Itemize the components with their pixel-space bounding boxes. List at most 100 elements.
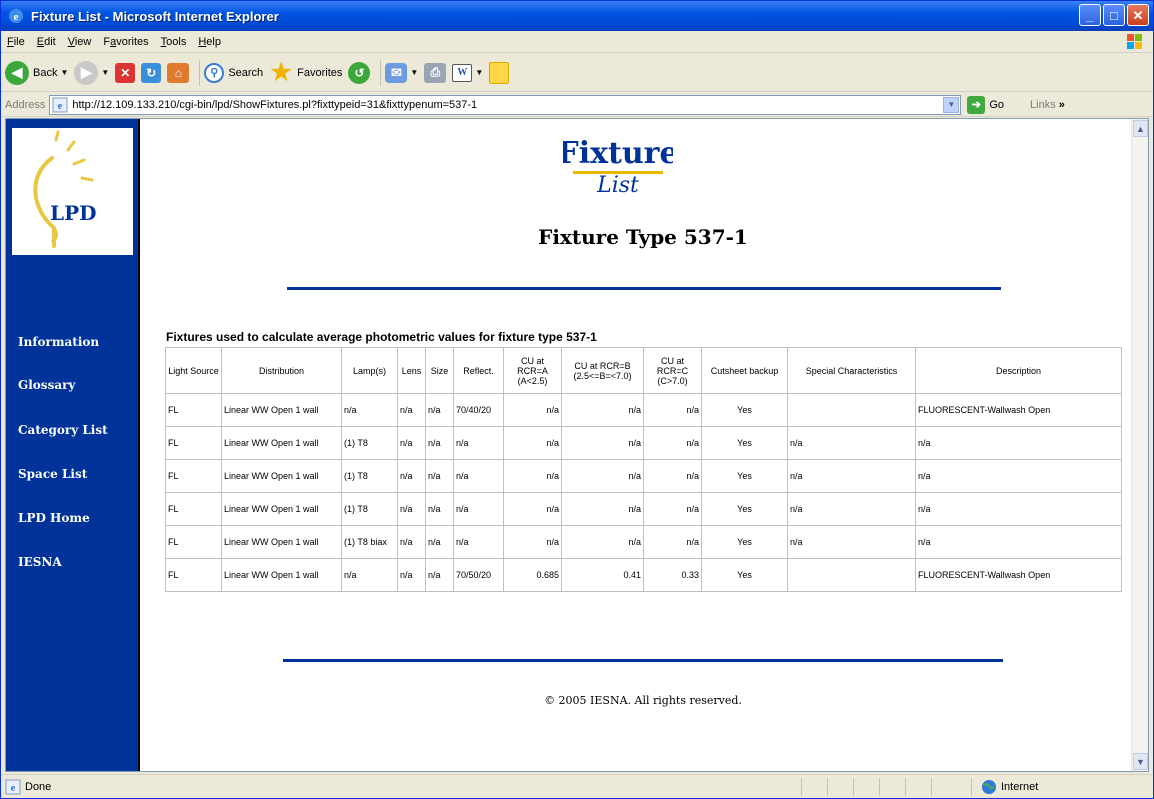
table-cell: FLUORESCENT-Wallwash Open [915,393,1122,427]
nav-lpd-home[interactable]: LPD Home [18,511,90,525]
table-cell: n/a [503,393,562,427]
address-url: http://12.109.133.210/cgi-bin/lpd/ShowFi… [72,98,478,111]
mail-button[interactable]: ✉ ▼ [385,62,419,83]
table-cell: Yes [701,558,788,592]
lightbulb-logo-icon: LPD [33,130,96,248]
table-row: FL Linear WW Open 1 wall n/a n/a n/a 70/40/20… [165,393,1122,427]
forward-arrow-icon: ▶ [74,60,99,85]
table-cell: n/a [561,426,644,460]
table-cell: n/a [643,393,702,427]
table-cell: FL [165,525,222,559]
menu-favorites[interactable]: Favorites [97,36,154,48]
favorites-star-icon: ★ [270,59,292,86]
address-input[interactable]: e http://12.109.133.210/cgi-bin/lpd/Show… [49,94,962,115]
page-viewport: LPD Information Glossary Category List S… [5,118,1149,772]
table-cell: FL [165,393,222,427]
table-cell: (1) T8 [341,426,398,460]
address-dropdown-icon[interactable]: ▼ [943,96,960,113]
status-divider [931,778,932,796]
print-button[interactable]: ⎙ [424,62,447,83]
table-caption: Fixtures used to calculate average photo… [166,330,597,344]
dropdown-arrow-icon: ▼ [101,68,110,77]
table-header-row: Light Source Distribution Lamp(s) Lens S… [165,347,1122,394]
table-cell: FL [165,426,222,460]
table-cell: n/a [397,426,426,460]
svg-text:e: e [58,101,63,112]
dropdown-arrow-icon: ▼ [410,68,419,77]
nav-space-list[interactable]: Space List [18,467,87,481]
home-icon: ⌂ [167,62,190,83]
favorites-button[interactable]: ★ Favorites [269,59,342,86]
status-text: Done [25,780,52,793]
table-cell: FL [165,459,222,493]
menu-file[interactable]: File [1,36,31,48]
table-cell: n/a [425,426,454,460]
scroll-down-icon[interactable]: ▼ [1133,753,1148,770]
stop-button[interactable]: ✕ [115,62,136,83]
table-cell: n/a [787,492,916,526]
back-arrow-icon: ◀ [5,60,29,85]
nav-category-list[interactable]: Category List [18,423,108,437]
maximize-button[interactable]: □ [1103,4,1125,26]
minimize-button[interactable]: _ [1079,4,1101,26]
menu-edit[interactable]: Edit [31,36,62,48]
menu-tools[interactable]: Tools [155,36,193,48]
status-divider [905,778,906,796]
menu-bar: File Edit View Favorites Tools Help [1,31,1153,53]
table-cell: n/a [561,525,644,559]
nav-glossary[interactable]: Glossary [18,378,75,392]
table-cell: n/a [915,525,1122,559]
table-cell: n/a [787,459,916,493]
toolbar-separator [380,59,382,86]
status-divider [879,778,880,796]
footer-divider [283,659,1003,662]
zone-label: Internet [1001,781,1039,793]
table-cell: n/a [397,525,426,559]
table-cell: n/a [561,393,644,427]
status-divider [971,778,972,796]
table-cell: Linear WW Open 1 wall [221,525,342,559]
nav-information[interactable]: Information [18,335,99,349]
search-button[interactable]: ⚲ Search [204,62,264,83]
column-header: Cutsheet backup [701,347,788,394]
table-cell: 0.33 [643,558,702,592]
table-cell: n/a [425,525,454,559]
menu-help[interactable]: Help [192,36,227,48]
table-cell: n/a [915,459,1122,493]
refresh-button[interactable]: ↻ [141,62,162,83]
table-cell: (1) T8 [341,459,398,493]
links-toolbar[interactable]: Links » [1030,99,1065,111]
forward-button[interactable]: ▶ ▼ [74,60,110,85]
table-row: FL Linear WW Open 1 wall n/a n/a n/a 70/50/20… [165,558,1122,592]
vertical-scrollbar[interactable]: ▲ ▼ [1131,119,1148,771]
svg-text:Fixture: Fixture [563,136,673,171]
search-label: Search [228,66,264,79]
back-button[interactable]: ◀ Back ▼ [5,60,69,85]
messenger-button[interactable] [489,61,510,84]
table-cell: n/a [341,558,398,592]
table-cell: Yes [701,393,788,427]
go-button[interactable]: ➔ Go [967,95,1004,114]
nav-iesna[interactable]: IESNA [18,555,62,569]
home-button[interactable]: ⌂ [167,62,190,83]
dropdown-arrow-icon: ▼ [60,68,69,77]
lpd-logo[interactable]: LPD [12,128,133,255]
column-header: Distribution [221,347,342,394]
table-cell: n/a [425,492,454,526]
edit-button[interactable]: W ▼ [452,63,483,82]
table-cell: Yes [701,459,788,493]
security-zone: Internet [981,779,1038,795]
standard-toolbar: ◀ Back ▼ ▶ ▼ ✕ ↻ ⌂ ⚲ Search ★ Favorites … [1,54,1153,92]
mail-icon: ✉ [385,62,408,83]
close-button[interactable]: ✕ [1127,4,1149,26]
table-cell: Linear WW Open 1 wall [221,459,342,493]
column-header: CU at RCR=A (A<2.5) [503,347,562,394]
column-header: Description [915,347,1122,394]
table-cell: n/a [397,459,426,493]
table-cell [787,558,916,592]
menu-view[interactable]: View [62,36,98,48]
table-cell: n/a [453,426,504,460]
scroll-up-icon[interactable]: ▲ [1133,120,1148,137]
history-button[interactable]: ↺ [348,61,371,84]
table-cell: FL [165,492,222,526]
